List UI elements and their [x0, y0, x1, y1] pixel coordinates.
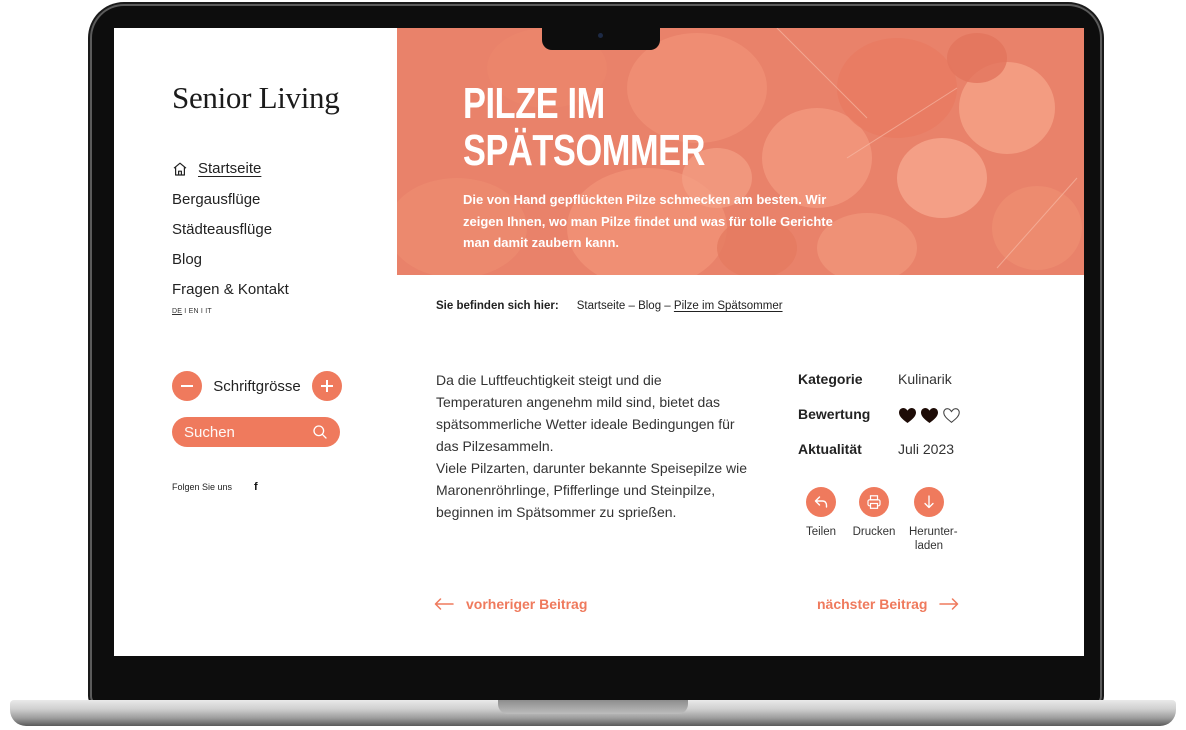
- home-icon: [173, 162, 187, 176]
- share-label: Teilen: [805, 526, 837, 538]
- nav-item-fragen-kontakt[interactable]: Fragen & Kontakt: [172, 275, 289, 305]
- meta-date: Aktualität Juli 2023: [798, 441, 961, 476]
- search-box[interactable]: [172, 417, 340, 447]
- follow-label: Folgen Sie uns: [172, 482, 233, 492]
- camera-icon: [598, 33, 603, 38]
- font-increase-button[interactable]: [312, 371, 342, 401]
- meta-date-label: Aktualität: [798, 441, 862, 457]
- article-actions: Teilen Drucken Herunter-laden: [798, 487, 958, 553]
- website-screen: Senior Living Startseite Bergausflüge St…: [114, 28, 1084, 656]
- hero-subtitle: Die von Hand gepflückten Pilze schmecken…: [463, 192, 833, 250]
- sidebar: Senior Living Startseite Bergausflüge St…: [114, 28, 397, 656]
- article-paragraph: Da die Luftfeuchtigkeit steigt und die T…: [436, 372, 735, 454]
- language-switcher: DE I EN I IT: [172, 308, 212, 315]
- search-input[interactable]: [184, 423, 304, 441]
- font-size-label: Schriftgrösse: [213, 377, 301, 395]
- nav-item-blog[interactable]: Blog: [172, 245, 289, 275]
- search-icon[interactable]: [312, 424, 328, 440]
- font-decrease-button[interactable]: [172, 371, 202, 401]
- breadcrumb-item-blog[interactable]: Blog: [638, 300, 661, 312]
- language-en[interactable]: EN: [189, 308, 199, 315]
- article-body: Da die Luftfeuchtigkeit steigt und die T…: [436, 369, 748, 523]
- breadcrumb-separator: –: [661, 300, 674, 312]
- language-separator: I: [200, 308, 204, 315]
- meta-category: Kategorie Kulinarik: [798, 371, 961, 406]
- facebook-icon[interactable]: f: [254, 481, 258, 493]
- font-size-control: Schriftgrösse: [172, 371, 342, 401]
- nav-item-startseite[interactable]: Startseite: [172, 159, 289, 179]
- download-button[interactable]: Herunter-laden: [904, 487, 958, 553]
- rating-hearts[interactable]: [898, 407, 961, 424]
- breadcrumb-separator: –: [625, 300, 639, 312]
- breadcrumb-item-current[interactable]: Pilze im Spätsommer: [674, 300, 783, 312]
- arrow-left-icon: [434, 598, 454, 610]
- site-logo[interactable]: Senior Living: [172, 80, 340, 116]
- nav-label: Städteausflüge: [172, 221, 273, 238]
- previous-post-link[interactable]: vorheriger Beitrag: [434, 596, 587, 612]
- heart-filled-icon[interactable]: [898, 407, 917, 424]
- print-button[interactable]: Drucken: [844, 487, 904, 553]
- nav-label: Bergausflüge: [172, 191, 261, 208]
- breadcrumb: Sie befinden sich hier: Startseite – Blog…: [436, 300, 783, 312]
- print-label: Drucken: [852, 526, 896, 538]
- minus-icon: [181, 385, 193, 387]
- social-follow: Folgen Sie uns f: [172, 481, 258, 493]
- language-it[interactable]: IT: [205, 308, 212, 315]
- plus-icon: [321, 380, 333, 392]
- previous-post-label: vorheriger Beitrag: [466, 596, 588, 612]
- heart-filled-icon[interactable]: [920, 407, 939, 424]
- meta-rating: Bewertung: [798, 406, 961, 441]
- nav-item-staedteausfluege[interactable]: Städteausflüge: [172, 215, 289, 245]
- language-separator: I: [184, 308, 187, 315]
- breadcrumb-item-startseite[interactable]: Startseite: [577, 300, 626, 312]
- hero-title-line: SPÄTSOMMER: [463, 126, 706, 175]
- heart-outline-icon[interactable]: [942, 407, 961, 424]
- arrow-right-icon: [939, 598, 959, 610]
- breadcrumb-label: Sie befinden sich hier:: [436, 300, 559, 312]
- next-post-label: nächster Beitrag: [817, 596, 928, 612]
- camera-notch: [542, 26, 660, 50]
- next-post-link[interactable]: nächster Beitrag: [817, 596, 959, 612]
- hero-title: PILZE IM SPÄTSOMMER: [463, 80, 705, 174]
- share-button[interactable]: Teilen: [798, 487, 844, 553]
- hero-title-line: PILZE IM: [463, 79, 605, 128]
- meta-category-label: Kategorie: [798, 371, 863, 387]
- share-icon: [806, 487, 836, 517]
- nav-label: Startseite: [198, 160, 262, 177]
- nav-item-bergausfluege[interactable]: Bergausflüge: [172, 185, 289, 215]
- nav-label: Fragen & Kontakt: [172, 281, 289, 298]
- nav-label: Blog: [172, 251, 203, 268]
- article-paragraph: Viele Pilzarten, darunter bekannte Speis…: [436, 460, 748, 520]
- hero-banner: PILZE IM SPÄTSOMMER Die von Hand gepflüc…: [397, 28, 1084, 275]
- download-icon: [914, 487, 944, 517]
- article-meta: Kategorie Kulinarik Bewertung Aktualität…: [798, 371, 961, 476]
- meta-date-value: Juli 2023: [898, 441, 955, 457]
- meta-rating-label: Bewertung: [798, 406, 871, 422]
- main-navigation: Startseite Bergausflüge Städteausflüge B…: [172, 159, 289, 305]
- laptop-hinge: [498, 700, 688, 714]
- download-label: Herunter-laden: [909, 526, 958, 552]
- language-de[interactable]: DE: [172, 308, 182, 315]
- print-icon: [859, 487, 889, 517]
- meta-category-value: Kulinarik: [898, 371, 952, 387]
